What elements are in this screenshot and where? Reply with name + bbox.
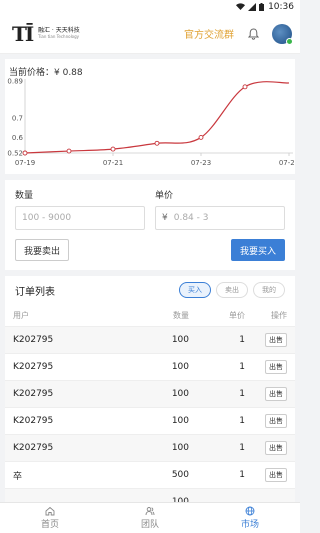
row-price: 1 <box>239 335 245 345</box>
y-tick-label: 0.7 <box>12 114 23 122</box>
quantity-label: 数量 <box>15 191 34 201</box>
sell-order-button[interactable]: 出售 <box>265 414 287 428</box>
logo-mark: TĪ <box>12 21 34 46</box>
row-user: 卒 <box>13 471 23 482</box>
orders-title: 订单列表 <box>15 286 55 298</box>
row-user: K202795 <box>13 416 54 426</box>
filter-sell[interactable]: 卖出 <box>216 282 248 298</box>
quantity-input[interactable]: 100 - 9000 <box>15 206 145 230</box>
column-price: 单价 <box>229 310 245 320</box>
nav-market[interactable]: 市场 <box>200 503 300 533</box>
unit-price-placeholder: 0.84 - 3 <box>173 213 209 223</box>
row-quantity: 100 <box>171 443 189 453</box>
price-panel: 当前价格：¥ 0.88 0.89 0.7 0.6 0.52 07-19 07-21 07-2… <box>5 59 295 174</box>
row-user: K202795 <box>13 335 54 345</box>
price-chart: 0.89 0.7 0.6 0.5207-19 07-21 07-23 07-25 <box>7 78 295 168</box>
unit-price-input[interactable]: ¥ 0.84 - 3 <box>155 206 285 230</box>
row-quantity: 100 <box>171 362 189 372</box>
table-row: K202795 100 1 出售 <box>5 407 295 434</box>
data-point <box>198 134 204 140</box>
globe-icon <box>245 506 255 516</box>
sell-order-button[interactable]: 出售 <box>265 468 287 482</box>
status-bar: 10:36 <box>0 0 300 14</box>
row-user: K202795 <box>13 443 54 453</box>
row-price: 1 <box>239 470 245 480</box>
currency-symbol: ¥ <box>162 213 168 223</box>
table-row: K202795 100 1 出售 <box>5 353 295 380</box>
data-point <box>154 140 160 146</box>
logo-text: 融汇 · 天天科技 Tian tian Technology <box>38 28 80 39</box>
nav-market-label: 市场 <box>240 520 259 530</box>
nav-home[interactable]: 首页 <box>0 503 100 533</box>
nav-home-label: 首页 <box>40 520 59 530</box>
row-price: 1 <box>239 389 245 399</box>
orders-panel: 订单列表 买入 卖出 我的 用户 数量 单价 操作 K202795 100 1 … <box>5 276 295 506</box>
sell-order-button[interactable]: 出售 <box>265 387 287 401</box>
table-row: K202795 100 1 出售 <box>5 326 295 353</box>
data-point <box>22 150 28 156</box>
order-filters: 买入 卖出 我的 <box>179 282 285 298</box>
status-time: 10:36 <box>268 2 294 12</box>
buy-button[interactable]: 我要买入 <box>230 239 285 261</box>
row-price: 1 <box>239 443 245 453</box>
x-tick-label: 07-21 <box>103 159 123 167</box>
table-header: 用户 数量 单价 操作 <box>5 304 295 326</box>
column-operation: 操作 <box>271 310 287 320</box>
data-point <box>110 146 116 152</box>
row-price: 1 <box>239 362 245 372</box>
filter-mine[interactable]: 我的 <box>253 282 285 298</box>
nav-team-label: 团队 <box>140 520 159 530</box>
battery-icon <box>259 3 265 11</box>
row-price: 1 <box>239 416 245 426</box>
trade-panel: 数量 100 - 9000 单价 ¥ 0.84 - 3 我要卖出 我要买入 <box>5 180 295 270</box>
y-tick-label: 0.52 <box>7 150 23 158</box>
row-user: K202795 <box>13 362 54 372</box>
signal-icon <box>248 3 257 11</box>
nav-team[interactable]: 团队 <box>100 503 200 533</box>
status-icons <box>236 3 265 11</box>
x-tick-label: 07-19 <box>15 159 35 167</box>
bottom-nav: 首页 团队 市场 <box>0 502 300 533</box>
y-tick-label: 0.6 <box>12 134 24 142</box>
home-icon <box>45 506 55 516</box>
wifi-icon <box>236 3 246 10</box>
table-row: 卒 500 1 出售 <box>5 461 295 488</box>
table-row: K202795 100 1 出售 <box>5 380 295 407</box>
row-quantity: 100 <box>171 416 189 426</box>
column-quantity: 数量 <box>173 310 189 320</box>
unit-price-label: 单价 <box>155 191 174 201</box>
row-quantity: 500 <box>171 470 189 480</box>
avatar[interactable] <box>272 23 293 45</box>
filter-buy[interactable]: 买入 <box>179 282 211 298</box>
row-user: K202795 <box>13 389 54 399</box>
official-group-link[interactable]: 官方交流群 <box>184 26 234 41</box>
order-rows: K202795 100 1 出售 K202795 100 1 出售 K20279… <box>5 326 295 506</box>
online-status-dot <box>286 37 293 45</box>
quantity-placeholder: 100 - 9000 <box>22 213 72 223</box>
logo[interactable]: TĪ 融汇 · 天天科技 Tian tian Technology <box>12 22 80 46</box>
row-quantity: 100 <box>171 389 189 399</box>
column-user: 用户 <box>13 310 29 320</box>
x-tick-label: 07-23 <box>191 159 211 167</box>
sell-order-button[interactable]: 出售 <box>265 333 287 347</box>
bell-icon[interactable] <box>246 27 260 41</box>
logo-en: Tian tian Technology <box>38 34 80 39</box>
sell-button[interactable]: 我要卖出 <box>15 239 70 261</box>
sell-order-button[interactable]: 出售 <box>265 441 287 455</box>
row-quantity: 100 <box>171 335 189 345</box>
app-header: TĪ 融汇 · 天天科技 Tian tian Technology 官方交流群 <box>0 14 300 54</box>
y-tick-label: 0.89 <box>7 78 23 86</box>
data-point <box>242 84 248 90</box>
table-row: K202795 100 1 出售 <box>5 434 295 461</box>
x-tick-label: 07-25 <box>279 159 295 167</box>
team-icon <box>145 506 155 516</box>
sell-order-button[interactable]: 出售 <box>265 360 287 374</box>
data-point <box>66 148 72 154</box>
